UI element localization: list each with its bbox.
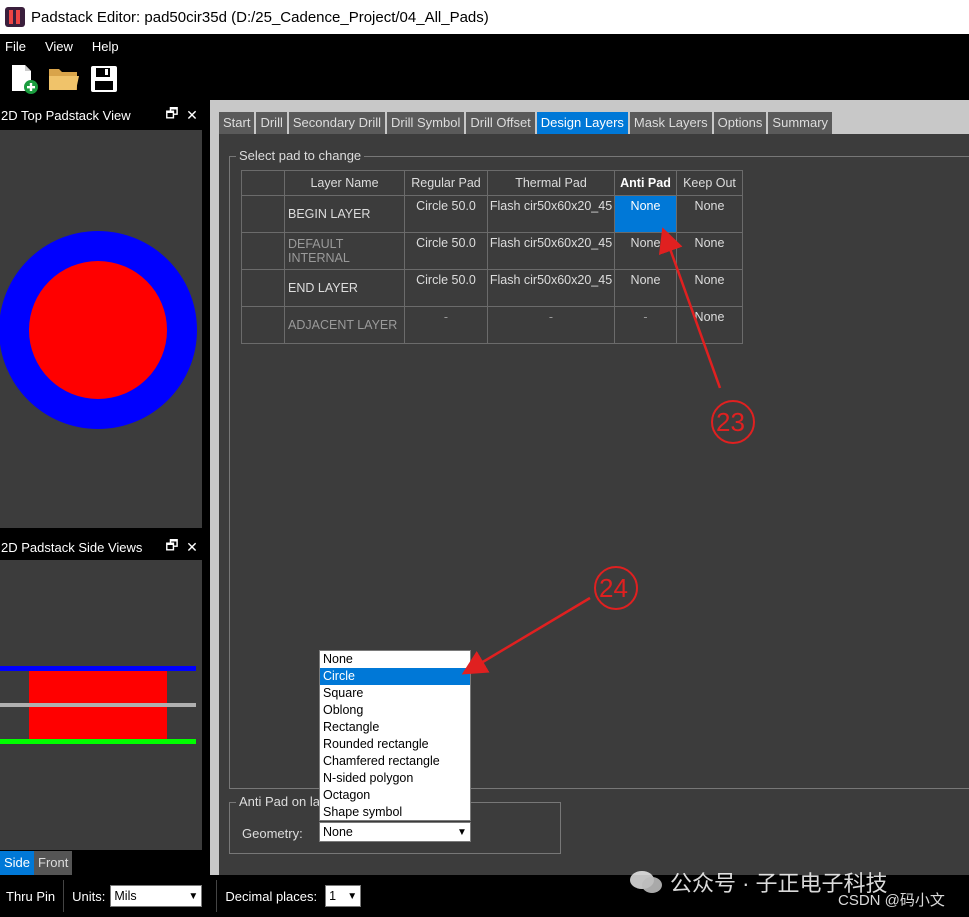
units-select-value: Mils xyxy=(114,889,137,903)
status-separator xyxy=(216,880,218,912)
wechat-icon xyxy=(630,871,662,893)
decimal-places-label: Decimal places: xyxy=(225,888,318,904)
annotation-overlay xyxy=(461,227,755,675)
units-select[interactable]: Mils ▼ xyxy=(110,885,203,907)
annotation-label-24: 24 xyxy=(599,573,628,603)
status-separator xyxy=(63,880,65,912)
chevron-down-icon[interactable]: ▼ xyxy=(344,891,360,902)
annotation-arrow-23 xyxy=(658,227,722,389)
decimal-places-value: 1 xyxy=(329,889,337,903)
units-label: Units: xyxy=(72,888,106,904)
annotation-arrow-24 xyxy=(461,596,591,675)
annotation-label-23: 23 xyxy=(716,407,745,437)
chevron-down-icon[interactable]: ▼ xyxy=(185,891,201,902)
pin-type-label: Thru Pin xyxy=(6,888,56,904)
csdn-watermark: CSDN @码小文 xyxy=(838,892,945,909)
decimal-places-select[interactable]: 1 ▼ xyxy=(325,885,362,907)
